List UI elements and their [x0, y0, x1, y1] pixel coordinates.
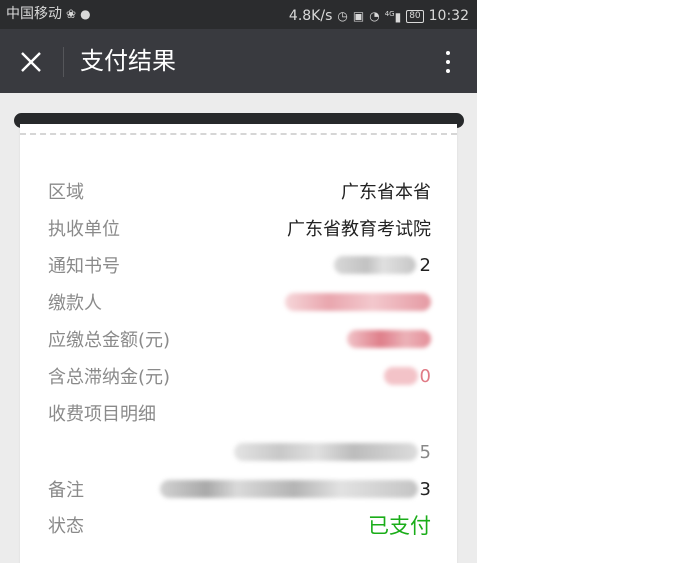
redacted-payer-name: [285, 293, 431, 311]
more-button[interactable]: [435, 45, 461, 79]
nav-bar: 支付结果: [0, 29, 477, 93]
battery-level: 80: [409, 10, 421, 21]
close-button[interactable]: [14, 45, 48, 79]
status-right: 4.8K/s ◷ ▣ ◔ 4G▮ 80 10:32: [289, 0, 469, 32]
battery-icon: 80: [406, 9, 424, 23]
status-bar: 中国移动 ❀ ● 4.8K/s ◷ ▣ ◔ 4G▮ 80 10:32: [0, 0, 477, 29]
nav-divider: [63, 47, 64, 77]
row-payer: 缴款人: [48, 287, 431, 317]
items-detail-tail: 5: [419, 441, 431, 463]
row-total-amount: 应缴总金额(元): [48, 324, 431, 354]
status-label: 状态: [48, 516, 84, 537]
items-detail-value: 5: [233, 441, 431, 463]
redacted-late-fee: [383, 367, 418, 385]
page-title: 支付结果: [80, 47, 176, 75]
perforation-line: [20, 133, 457, 135]
network-type: 4G: [384, 10, 395, 18]
unit-label: 执收单位: [48, 219, 120, 240]
row-unit: 执收单位 广东省教育考试院: [48, 213, 431, 243]
chat-bubble-icon: ●: [80, 7, 91, 21]
receipt-card: 区域 广东省本省 执收单位 广东省教育考试院 通知书号 2 缴款人 应缴总金额(…: [20, 124, 457, 563]
region-value: 广东省本省: [341, 182, 431, 203]
items-label: 收费项目明细: [48, 404, 156, 425]
late-fee-label: 含总滞纳金(元): [48, 367, 171, 388]
redacted-items-detail: [233, 443, 418, 461]
remark-label: 备注: [48, 480, 84, 501]
row-notice-number: 通知书号 2: [48, 250, 431, 280]
row-region: 区域 广东省本省: [48, 176, 431, 206]
remark-tail: 3: [419, 478, 431, 500]
row-status: 状态 已支付: [48, 510, 431, 540]
redacted-total-amount: [347, 330, 431, 348]
close-icon: [21, 52, 41, 72]
total-amount-label: 应缴总金额(元): [48, 330, 171, 351]
network-speed: 4.8K/s: [288, 7, 333, 24]
wifi-icon: ◔: [369, 8, 380, 23]
clock-time: 10:32: [428, 7, 469, 24]
notice-number-value: 2: [333, 254, 431, 276]
paw-icon: ❀: [66, 7, 77, 21]
row-items: 收费项目明细: [48, 398, 431, 428]
redacted-notice-number: [333, 256, 416, 274]
more-vertical-icon: [446, 51, 450, 55]
unit-value: 广东省教育考试院: [287, 219, 431, 240]
hd-icon: ▣: [352, 8, 365, 23]
notice-number-label: 通知书号: [48, 256, 120, 277]
phone-screen: 中国移动 ❀ ● 4.8K/s ◷ ▣ ◔ 4G▮ 80 10:32 支付结果 …: [0, 0, 477, 563]
carrier-name: 中国移动: [6, 6, 62, 22]
row-remark: 备注 3: [48, 474, 431, 504]
more-vertical-icon-dot: [446, 69, 450, 73]
late-fee-tail: 0: [419, 365, 431, 387]
status-badge: 已支付: [368, 514, 431, 538]
redacted-remark: [159, 480, 418, 498]
region-label: 区域: [48, 182, 84, 203]
late-fee-value: 0: [383, 365, 431, 387]
notice-number-tail: 2: [419, 254, 431, 276]
signal-icon: 4G▮: [384, 10, 402, 24]
payer-label: 缴款人: [48, 293, 102, 314]
row-items-detail: 5: [48, 437, 431, 467]
status-left: 中国移动 ❀ ●: [6, 0, 91, 29]
alarm-icon: ◷: [337, 8, 348, 23]
more-vertical-icon-dot: [446, 60, 450, 64]
remark-value: 3: [159, 478, 431, 500]
row-late-fee: 含总滞纳金(元) 0: [48, 361, 431, 391]
